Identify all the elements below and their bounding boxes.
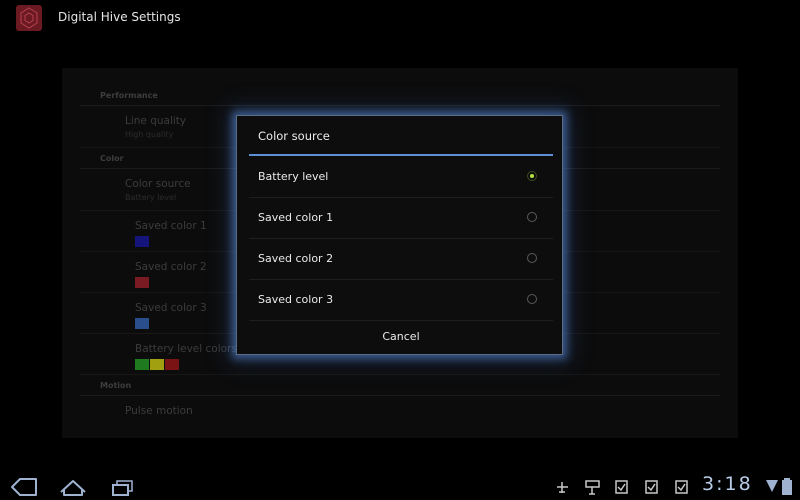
- system-bar: [0, 468, 800, 500]
- option-battery-level[interactable]: Battery level: [249, 157, 553, 198]
- pref-title: Saved color 1: [135, 220, 207, 232]
- usb-connection-icon: [585, 480, 600, 495]
- color-source-dialog: Color source Battery level Saved color 1…: [236, 115, 563, 355]
- option-saved-color-3[interactable]: Saved color 3: [249, 280, 553, 321]
- radio-unselected-icon[interactable]: [527, 212, 537, 222]
- option-saved-color-1[interactable]: Saved color 1: [249, 198, 553, 239]
- category-motion: Motion: [80, 375, 720, 396]
- color-swatch: [165, 359, 179, 370]
- download-complete-icon: [645, 480, 658, 494]
- pref-title: Color source: [125, 178, 191, 190]
- pref-pulse-motion[interactable]: Pulse motion: [80, 396, 720, 434]
- option-label: Saved color 3: [258, 293, 334, 306]
- option-label: Battery level: [258, 170, 329, 183]
- pref-title: Saved color 3: [135, 302, 207, 314]
- color-swatch: [135, 359, 149, 370]
- download-complete-icon: [675, 480, 688, 494]
- battery-icon: [782, 478, 792, 495]
- signal-icon: [766, 480, 778, 492]
- category-performance: Performance: [80, 85, 720, 106]
- color-swatch: [135, 318, 149, 329]
- usb-debugging-icon: [557, 482, 568, 493]
- color-swatch: [135, 236, 149, 247]
- pref-title: Saved color 2: [135, 261, 207, 273]
- option-label: Saved color 1: [258, 211, 334, 224]
- option-saved-color-2[interactable]: Saved color 2: [249, 239, 553, 280]
- option-label: Saved color 2: [258, 252, 334, 265]
- dialog-title: Color source: [258, 129, 330, 143]
- download-complete-icon: [615, 480, 628, 494]
- pref-summary: High quality: [125, 130, 174, 139]
- radio-selected-icon[interactable]: [527, 171, 537, 181]
- dialog-title-divider: [249, 154, 553, 156]
- pref-title: Pulse motion: [125, 405, 193, 417]
- clock: 3:18: [702, 473, 753, 495]
- recent-apps-icon[interactable]: [112, 480, 133, 496]
- radio-unselected-icon[interactable]: [527, 294, 537, 304]
- radio-unselected-icon[interactable]: [527, 253, 537, 263]
- color-swatch: [150, 359, 164, 370]
- action-bar: Digital Hive Settings: [0, 0, 800, 36]
- pref-title: Battery level colors: [135, 343, 237, 355]
- home-icon[interactable]: [60, 480, 86, 496]
- color-swatch: [135, 277, 149, 288]
- pref-title: Line quality: [125, 115, 187, 127]
- pref-summary: Battery level: [125, 193, 177, 202]
- app-icon[interactable]: [16, 5, 42, 31]
- cancel-button[interactable]: Cancel: [249, 322, 553, 352]
- back-icon[interactable]: [11, 478, 37, 496]
- app-title: Digital Hive Settings: [58, 10, 181, 24]
